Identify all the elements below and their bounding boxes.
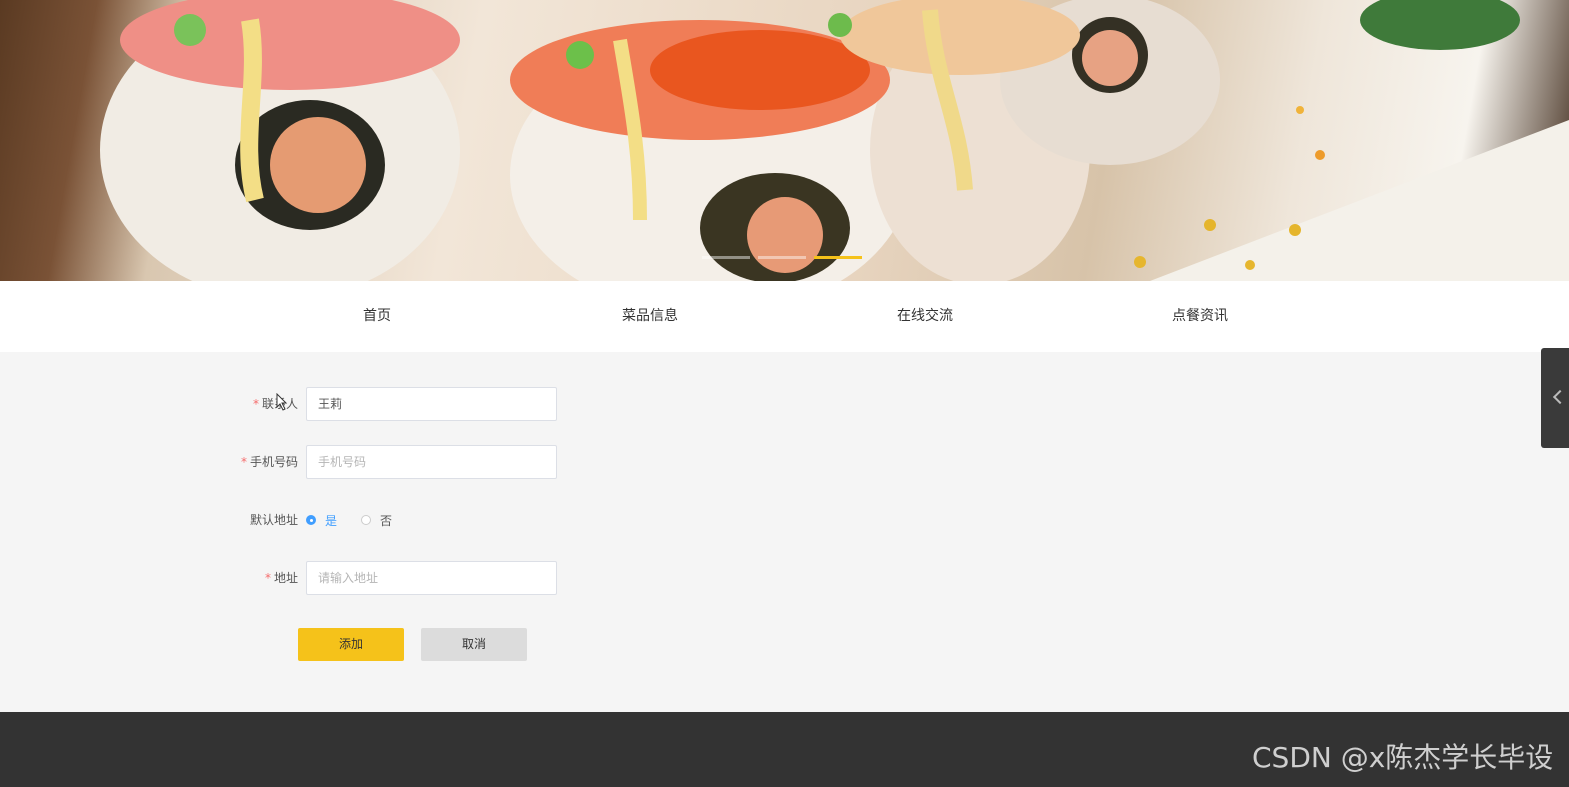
phone-row: * 手机号码 [0, 445, 1569, 479]
nav-item-news[interactable]: 点餐资讯 [1172, 281, 1228, 352]
address-label-text: 地址 [273, 571, 298, 585]
csdn-watermark: CSDN @x陈杰学长毕设 [1252, 741, 1554, 774]
nav-item-home[interactable]: 首页 [363, 281, 391, 352]
required-mark: * [240, 455, 247, 469]
carousel-dot-1[interactable] [702, 256, 750, 259]
side-panel-toggle[interactable] [1541, 348, 1569, 448]
chevron-left-icon [1552, 389, 1568, 405]
contact-input[interactable] [318, 388, 556, 419]
nav-item-chat[interactable]: 在线交流 [897, 281, 953, 352]
address-row: * 地址 [0, 561, 1569, 595]
default-address-row: 默认地址 是 否 [0, 503, 1569, 537]
default-address-radio-group: 是 否 [306, 503, 416, 537]
phone-label: * 手机号码 [241, 445, 298, 479]
default-address-label: 默认地址 [249, 513, 298, 527]
radio-yes-label: 是 [325, 513, 338, 528]
cancel-button[interactable]: 取消 [421, 628, 527, 661]
required-mark: * [264, 571, 271, 585]
carousel-dot-3[interactable] [814, 256, 862, 259]
address-input-box[interactable] [306, 561, 557, 595]
carousel-indicators [702, 256, 862, 259]
phone-input[interactable] [318, 447, 556, 477]
contact-input-box[interactable] [306, 387, 557, 421]
nav-item-dishes[interactable]: 菜品信息 [622, 281, 678, 352]
address-input[interactable] [318, 563, 556, 593]
required-mark: * [252, 397, 259, 411]
phone-label-text: 手机号码 [249, 455, 298, 469]
main-nav: 首页 菜品信息 在线交流 点餐资讯 [0, 281, 1569, 352]
address-label: * 地址 [265, 561, 298, 595]
mouse-cursor-icon [276, 393, 288, 411]
radio-no[interactable]: 否 [361, 512, 392, 529]
sushi-banner-image [100, 0, 1569, 281]
radio-unchecked-icon[interactable] [361, 515, 372, 525]
radio-no-label: 否 [380, 513, 393, 528]
radio-checked-icon[interactable] [306, 515, 316, 525]
contact-row: *联系人 [0, 387, 1569, 421]
phone-input-box[interactable] [306, 445, 557, 479]
hero-banner [0, 0, 1569, 281]
add-button[interactable]: 添加 [298, 628, 404, 661]
radio-yes[interactable]: 是 [306, 512, 337, 529]
carousel-dot-2[interactable] [758, 256, 806, 259]
